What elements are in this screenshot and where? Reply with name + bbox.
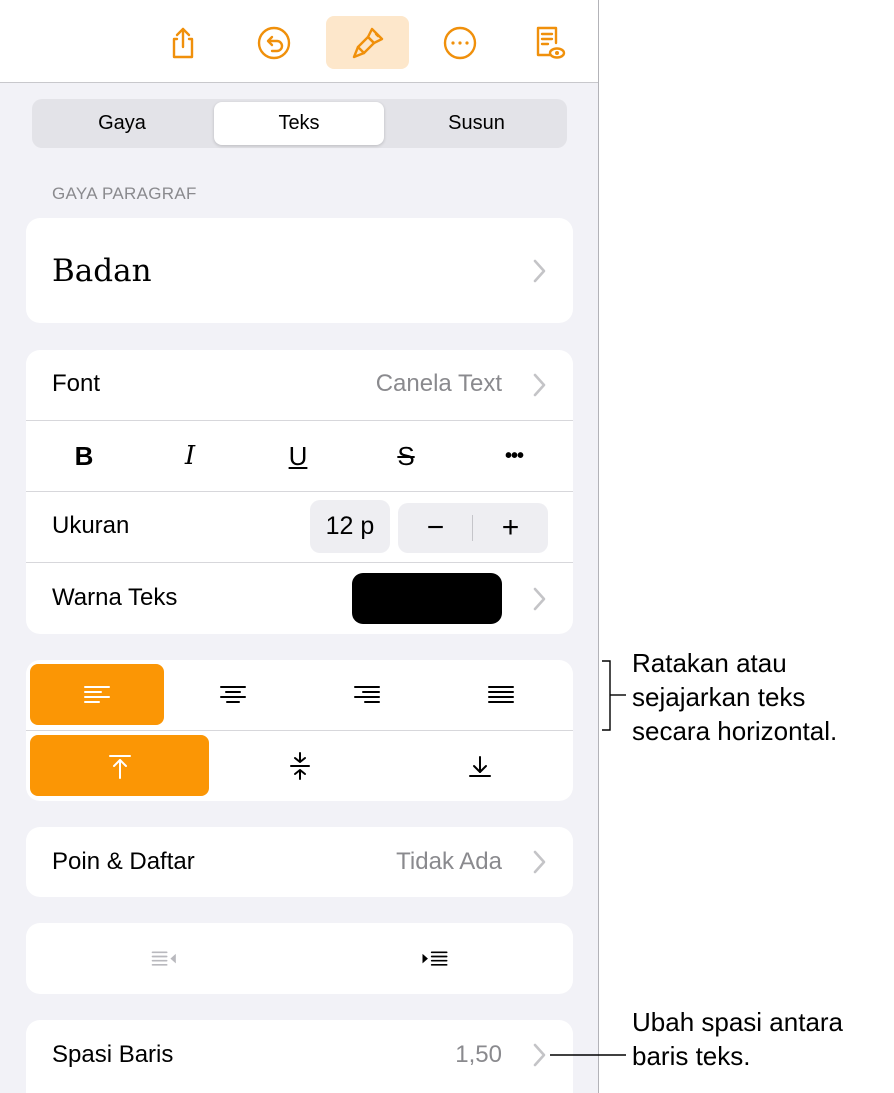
- align-top-button[interactable]: [30, 735, 209, 796]
- spacing-callout: Ubah spasi antara baris teks.: [632, 1005, 843, 1073]
- format-button[interactable]: [326, 16, 409, 69]
- paragraph-style-value: Badan: [52, 253, 152, 289]
- align-middle-button[interactable]: [210, 735, 389, 796]
- toolbar: [0, 0, 598, 83]
- align-bottom-icon: [468, 755, 491, 777]
- underline-button[interactable]: U: [268, 428, 328, 484]
- divider: [26, 420, 573, 421]
- callout-line: secara horizontal.: [632, 716, 838, 746]
- font-label: Font: [52, 370, 101, 397]
- text-color-label: Warna Teks: [52, 584, 178, 611]
- callout-line: baris teks.: [632, 1041, 751, 1071]
- italic-button[interactable]: I: [160, 428, 220, 484]
- font-value[interactable]: Canela Text: [300, 370, 502, 398]
- align-bottom-button[interactable]: [390, 735, 569, 796]
- size-value[interactable]: 12 p: [310, 500, 390, 553]
- bullets-value: Tidak Ada: [396, 848, 502, 875]
- size-decrease-button[interactable]: −: [398, 503, 473, 553]
- divider: [26, 491, 573, 492]
- callout-line: sejajarkan teks: [632, 682, 806, 712]
- align-justify-button[interactable]: [434, 664, 568, 725]
- tab-gaya[interactable]: Gaya: [35, 102, 209, 145]
- more-styles-button[interactable]: •••: [484, 428, 544, 484]
- decrease-indent-button[interactable]: [30, 928, 300, 989]
- share-icon: [172, 27, 194, 58]
- reader-view-icon: [536, 26, 566, 59]
- callout-line: Ubah spasi antara: [632, 1007, 844, 1037]
- increase-indent-button[interactable]: [300, 928, 570, 989]
- tab-susun[interactable]: Susun: [389, 102, 564, 145]
- align-right-icon: [354, 685, 380, 703]
- chevron-right-icon: [532, 258, 548, 284]
- size-label: Ukuran: [52, 512, 130, 539]
- line-spacing-value: 1,50: [455, 1041, 502, 1068]
- strikethrough-button[interactable]: S: [376, 428, 436, 484]
- chevron-right-icon: [532, 849, 548, 875]
- align-middle-icon: [289, 751, 310, 780]
- increase-indent-icon: [422, 951, 448, 966]
- size-stepper: − +: [398, 503, 548, 553]
- chevron-right-icon: [532, 1042, 548, 1068]
- chevron-right-icon: [532, 372, 548, 398]
- reader-view-button[interactable]: [520, 16, 576, 69]
- decrease-indent-icon: [151, 951, 176, 966]
- undo-icon: [257, 26, 291, 59]
- bullets-label: Poin & Daftar: [52, 848, 195, 875]
- undo-button[interactable]: [246, 16, 302, 69]
- align-left-button[interactable]: [30, 664, 164, 725]
- tab-bar: Gaya Teks Susun: [32, 99, 567, 148]
- alignment-callout: Ratakan atau sejajarkan teks secara hori…: [632, 646, 837, 748]
- size-increase-button[interactable]: +: [473, 503, 548, 553]
- align-left-icon: [84, 685, 110, 703]
- share-button[interactable]: [155, 16, 211, 69]
- paintbrush-icon: [352, 27, 383, 58]
- tab-teks[interactable]: Teks: [214, 102, 384, 145]
- align-top-icon: [108, 754, 131, 779]
- align-justify-icon: [488, 685, 514, 703]
- callout-line: Ratakan atau: [632, 648, 787, 678]
- divider: [26, 562, 573, 563]
- align-center-button[interactable]: [166, 664, 300, 725]
- divider: [26, 730, 573, 731]
- align-center-icon: [220, 685, 246, 703]
- section-label-paragraph-style: GAYA PARAGRAF: [52, 184, 197, 203]
- bold-button[interactable]: B: [54, 428, 114, 484]
- line-spacing-label: Spasi Baris: [52, 1041, 174, 1068]
- more-icon: [443, 26, 477, 59]
- more-button[interactable]: [432, 16, 488, 69]
- chevron-right-icon: [532, 586, 548, 612]
- format-panel: Gaya Teks Susun GAYA PARAGRAF Badan Font…: [0, 0, 599, 1093]
- text-color-swatch[interactable]: [352, 573, 502, 624]
- align-right-button[interactable]: [300, 664, 434, 725]
